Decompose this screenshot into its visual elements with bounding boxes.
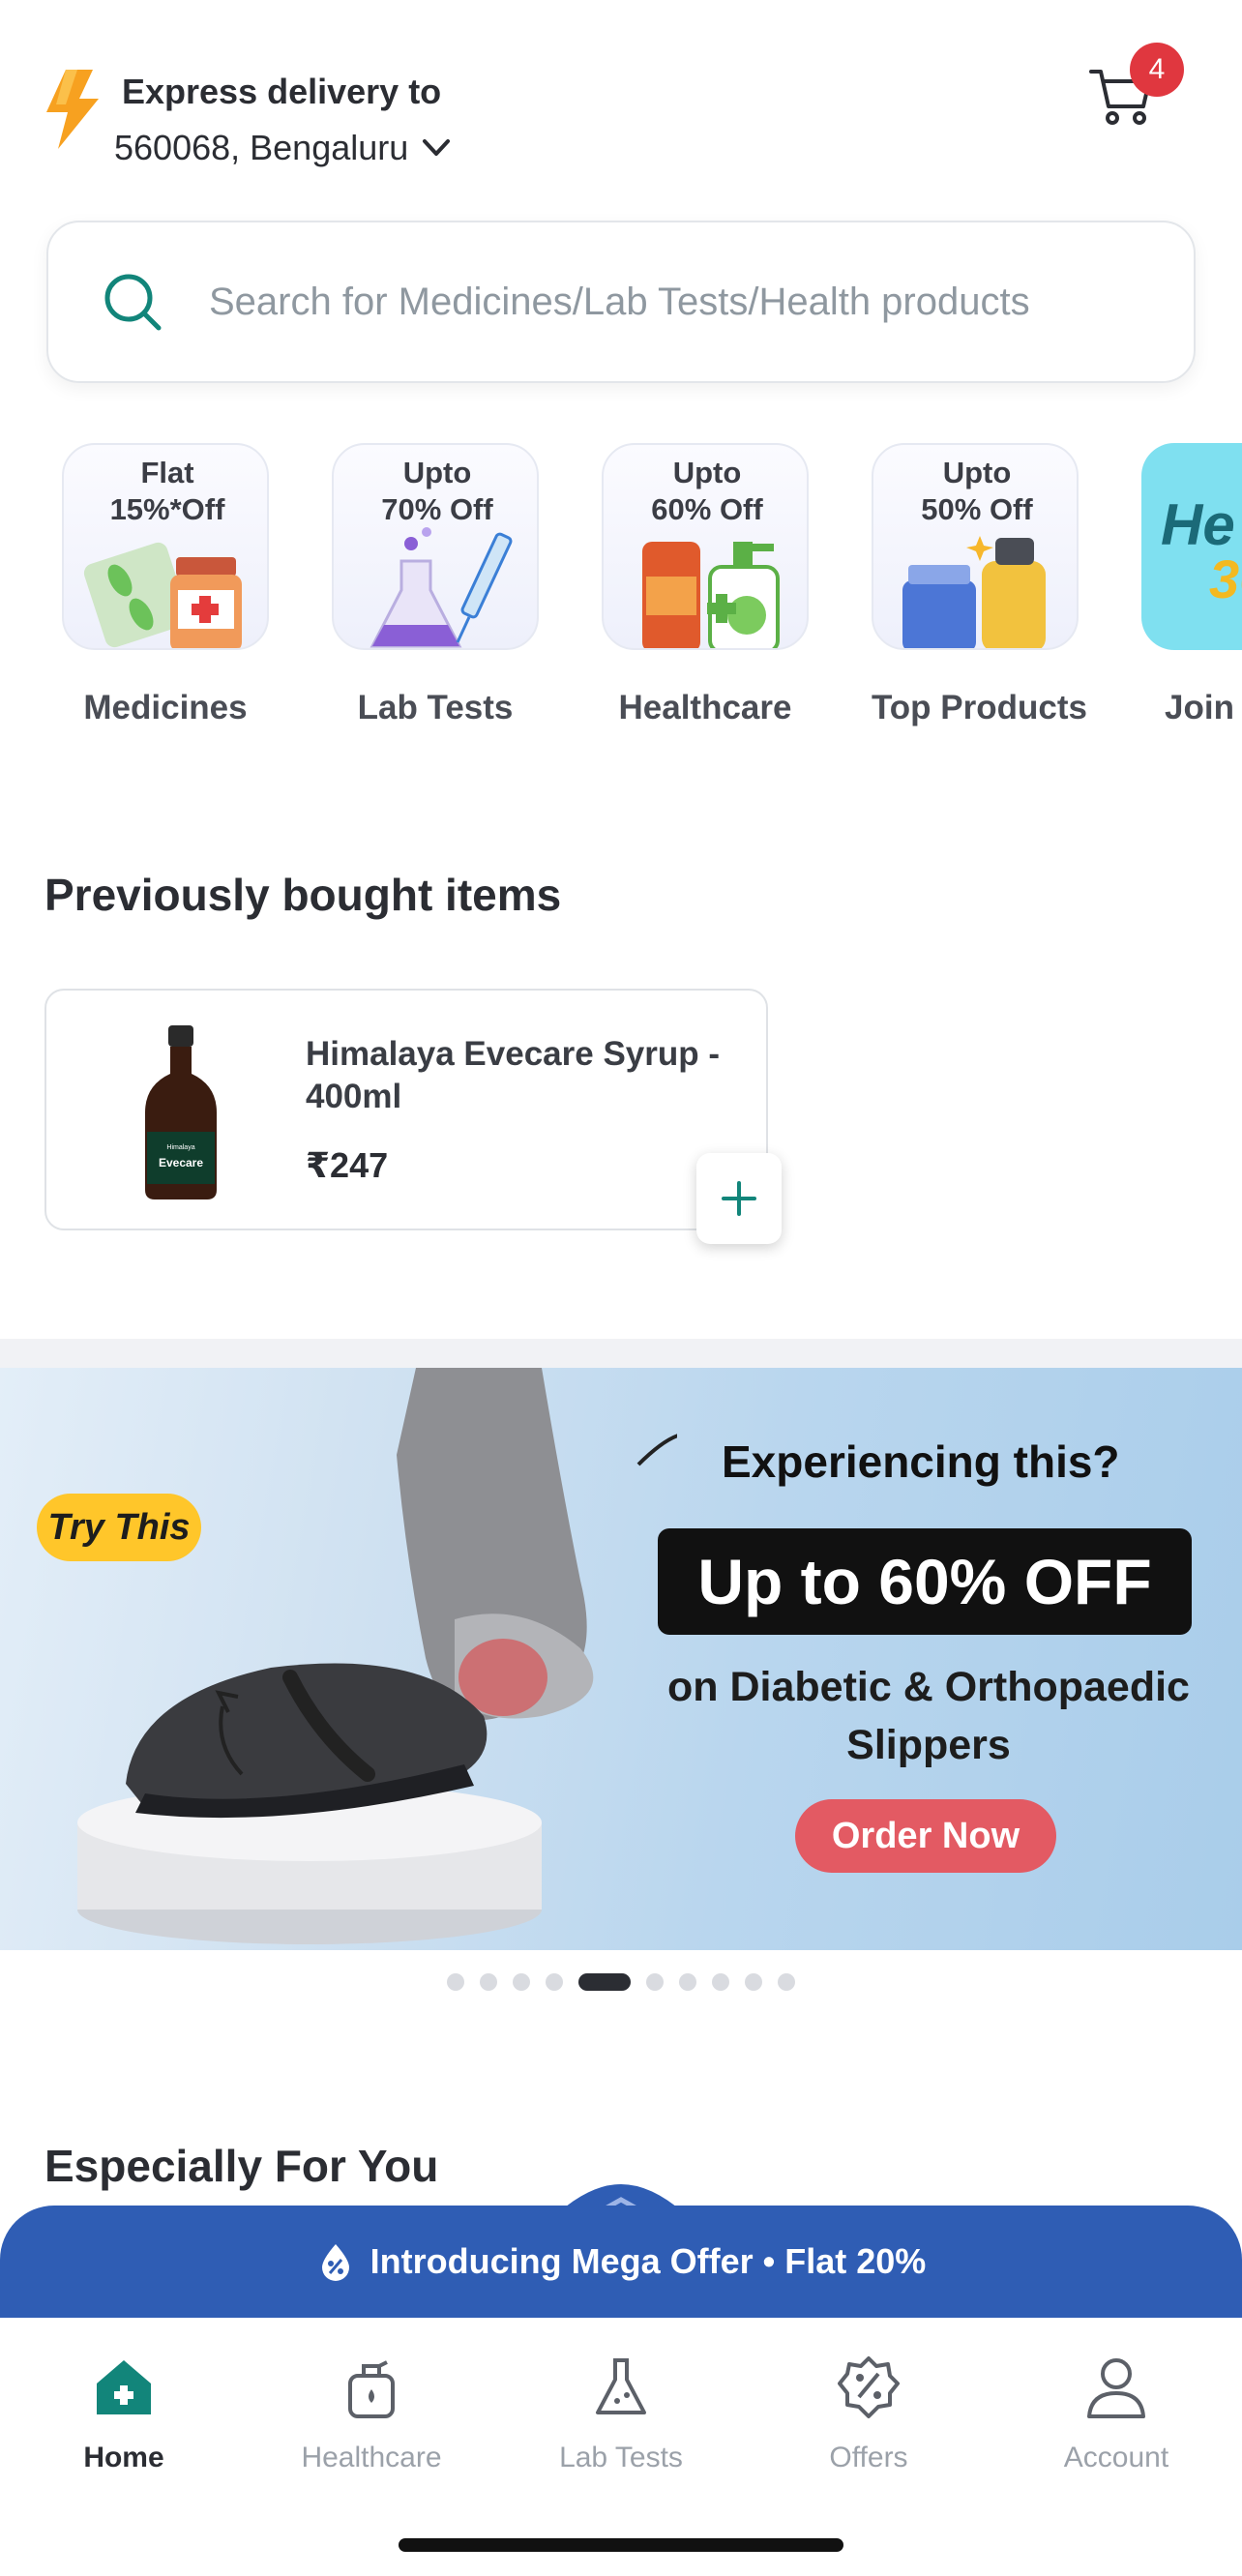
app-screen: Express delivery to 560068, Bengaluru 4 … (0, 0, 1242, 2576)
medicine-icon (83, 542, 242, 648)
nav-offers[interactable]: Offers (762, 2353, 975, 2474)
discount-drop-icon (321, 2244, 349, 2281)
header: Express delivery to 560068, Bengaluru 4 (0, 0, 1242, 203)
healthcare-icon (348, 2360, 395, 2418)
product-name: Himalaya Evecare Syrup - 400ml (306, 1035, 721, 1115)
carousel-dot[interactable] (513, 1973, 530, 1991)
banner-headline: Up to 60% OFF (658, 1528, 1192, 1635)
category-offer: Upto 70% Off (334, 455, 537, 528)
nav-label: Account (1063, 2442, 1169, 2473)
nav-label: Offers (829, 2442, 908, 2473)
home-icon (97, 2360, 151, 2414)
category-top-products[interactable]: Upto 50% Off Top Products (872, 443, 1087, 727)
location-text: 560068, Bengaluru (114, 128, 409, 167)
try-this-badge: Try This (37, 1494, 201, 1561)
mega-offer-bar[interactable]: Introducing Mega Offer • Flat 20% (0, 2206, 1242, 2318)
category-label: Healthcare (618, 689, 792, 726)
product-price: ₹247 (306, 1145, 389, 1185)
nav-label: Home (83, 2442, 164, 2473)
category-card: Upto 60% Off (602, 443, 809, 650)
location-selector[interactable]: 560068, Bengaluru (114, 128, 451, 168)
account-icon (1087, 2358, 1145, 2418)
search-icon (104, 274, 162, 331)
mega-offer-text: Introducing Mega Offer • Flat 20% (370, 2241, 927, 2281)
carousel-dots[interactable] (0, 1973, 1242, 1991)
carousel-dot[interactable] (480, 1973, 497, 1991)
nav-label: Healthcare (301, 2442, 442, 2473)
promo-text-secondary: 36 (1209, 548, 1242, 609)
category-card: Upto 70% Off (332, 443, 539, 650)
healthcare-products-icon (642, 542, 780, 648)
category-offer: Upto 50% Off (873, 455, 1077, 528)
banner-subtitle: on Diabetic & Orthopaedic Slippers (667, 1664, 1190, 1768)
nav-account[interactable]: Account (1010, 2353, 1223, 2474)
carousel-dot[interactable] (712, 1973, 729, 1991)
category-join-promo[interactable]: He 36 (1141, 443, 1242, 650)
nav-home[interactable]: Home (17, 2353, 230, 2474)
order-now-button[interactable]: Order Now (795, 1799, 1056, 1873)
syrup-bottle-image: Himalaya Evecare (145, 1025, 217, 1199)
category-healthcare[interactable]: Upto 60% Off Healthcare (602, 443, 809, 727)
promo-banner[interactable]: Try This Experiencing this? Up to 60% OF… (0, 1368, 1242, 1950)
offers-icon (838, 2356, 900, 2418)
search-bar[interactable] (46, 221, 1196, 383)
category-label: Lab Tests (357, 689, 514, 726)
top-products-icon (902, 536, 1046, 648)
lab-flask-icon (370, 527, 513, 648)
carousel-dot[interactable] (679, 1973, 696, 1991)
search-input[interactable] (209, 280, 1157, 324)
carousel-dot[interactable] (778, 1973, 795, 1991)
bottle-brand-label: Himalaya (166, 1144, 194, 1151)
offer-line1: Upto (672, 456, 742, 489)
product-card[interactable]: Himalaya Evecare Himalaya Evecare Syrup … (44, 989, 768, 1230)
category-medicines[interactable]: Flat 15%*Off Medicines (62, 443, 269, 727)
nav-lab-tests[interactable]: Lab Tests (515, 2353, 727, 2474)
carousel-dot[interactable] (447, 1973, 464, 1991)
section-divider (0, 1339, 1242, 1368)
offer-line1: Upto (942, 456, 1012, 489)
category-card: Upto 50% Off (872, 443, 1079, 650)
category-card: Flat 15%*Off (62, 443, 269, 650)
carousel-dot[interactable] (578, 1973, 631, 1991)
cart-count-badge: 4 (1130, 43, 1184, 97)
category-label-join: Join (1165, 689, 1234, 726)
category-offer: Upto 60% Off (604, 455, 807, 528)
category-label: Medicines (83, 689, 248, 726)
carousel-dot[interactable] (546, 1973, 563, 1991)
slipper-illustration (77, 1368, 677, 1944)
bottle-product-label: Evecare (159, 1156, 203, 1170)
nav-label: Lab Tests (559, 2442, 683, 2473)
section-title-previously-bought: Previously bought items (44, 870, 562, 920)
offer-line1: Upto (402, 456, 472, 489)
carousel-dot[interactable] (745, 1973, 762, 1991)
add-to-cart-button[interactable] (696, 1153, 782, 1244)
lightning-bolt-icon (46, 70, 99, 149)
plus-icon (722, 1181, 756, 1216)
nav-healthcare[interactable]: Healthcare (265, 2353, 478, 2474)
section-title-especially-for-you: Especially For You (44, 2141, 439, 2191)
category-lab-tests[interactable]: Upto 70% Off Lab Tests (332, 443, 539, 727)
home-indicator (399, 2538, 843, 2552)
carousel-dot[interactable] (646, 1973, 664, 1991)
bottom-navigation: Home Healthcare Lab Tests Offers Account (0, 2318, 1242, 2576)
flask-icon (596, 2358, 646, 2414)
offer-line1: Flat (140, 456, 194, 489)
category-offer: Flat 15%*Off (64, 455, 267, 528)
delivery-title: Express delivery to (122, 72, 442, 111)
chevron-down-icon (423, 139, 451, 156)
banner-question: Experiencing this? (722, 1436, 1120, 1487)
category-label: Top Products (872, 689, 1087, 726)
